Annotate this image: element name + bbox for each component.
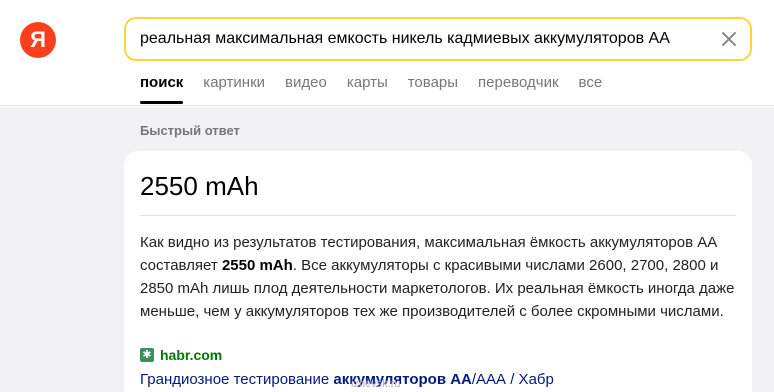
tab-video[interactable]: видео [285,74,327,106]
answer-snippet: Как видно из результатов тестирования, м… [140,231,740,323]
tab-all[interactable]: все [579,74,603,106]
search-tabs: поиск картинки видео карты товары перево… [140,74,622,106]
results-area: Быстрый ответ 2550 mAh Как видно из резу… [0,107,774,392]
tab-maps[interactable]: карты [347,74,388,106]
habr-icon: ✱ [140,348,154,362]
source-link-text-1[interactable]: Грандиозное тестирование [140,371,333,388]
search-header: Я поиск картинки видео карты товары пере… [0,0,774,106]
quick-answer-card: 2550 mAh Как видно из результатов тестир… [124,151,752,392]
divider [140,215,736,216]
source-domain-text[interactable]: habr.com [160,347,222,363]
tab-products[interactable]: товары [408,74,458,106]
watermark: izhevsk.ru [351,378,401,390]
tab-translator[interactable]: переводчик [478,74,558,106]
search-input[interactable] [140,24,710,54]
yandex-logo[interactable]: Я [20,22,56,58]
tab-images[interactable]: картинки [203,74,265,106]
snippet-highlight: 2550 mAh [221,257,293,274]
quick-answer-title: Быстрый ответ [140,123,240,138]
tab-search[interactable]: поиск [140,74,184,106]
close-icon[interactable] [720,30,738,48]
answer-value: 2550 mAh [140,171,259,201]
source-link-text-2[interactable]: /ААА / Хабр [472,371,554,388]
source-domain[interactable]: ✱ habr.com [140,347,222,363]
source-link[interactable]: Грандиозное тестирование аккумуляторов А… [140,371,554,388]
search-box[interactable] [124,17,752,61]
